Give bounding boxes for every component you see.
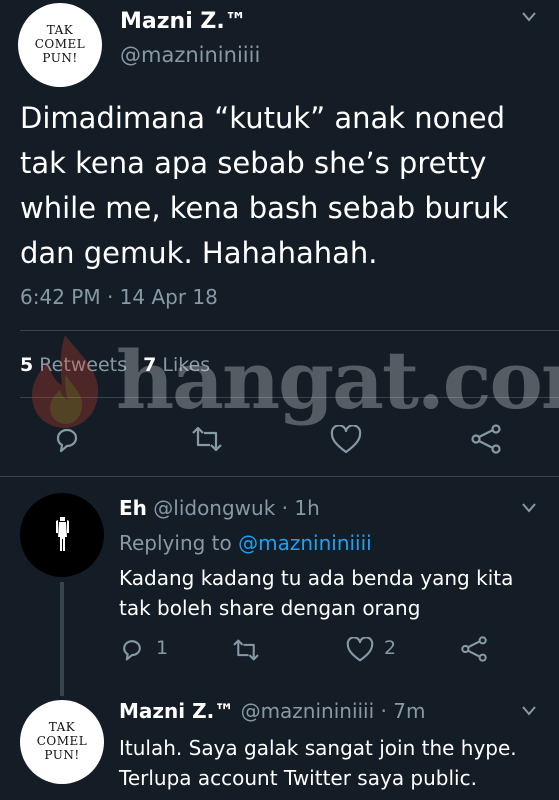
tweet-timestamp[interactable]: 6:42 PM · 14 Apr 18 <box>20 285 218 309</box>
reply-header: Mazni Z.™ @maznininiiii · 7m <box>119 699 425 723</box>
share-icon[interactable] <box>460 636 488 662</box>
tweet-text-line: dan gemuk. Hahahahah. <box>20 236 378 270</box>
like-count: 2 <box>384 637 397 659</box>
share-icon[interactable] <box>470 424 502 454</box>
reply-text-line: tak boleh share dengan orang <box>119 596 421 620</box>
reply-header: Eh @lidongwuk · 1h <box>119 496 320 520</box>
avatar-text-line: PUN! <box>44 747 80 762</box>
avatar-text-line: TAK <box>46 23 74 38</box>
divider <box>20 330 559 331</box>
tweet-text-line: while me, kena bash sebab buruk <box>20 191 509 225</box>
replying-to: Replying to @maznininiiii <box>119 531 372 555</box>
tweet-text: Dimadimana “kutuk” anak noned tak kena a… <box>20 96 550 276</box>
like-icon[interactable] <box>346 637 374 663</box>
likes-stat[interactable]: 7 Likes <box>143 354 210 376</box>
section-divider <box>0 476 559 477</box>
silhouette-icon <box>56 517 69 551</box>
avatar-text-line: TAK <box>48 720 76 735</box>
chevron-down-icon[interactable] <box>522 503 536 513</box>
thread-line <box>60 582 64 696</box>
author-name[interactable]: Mazni Z.™ <box>119 699 234 723</box>
watermark: hangat.com <box>20 330 559 430</box>
avatar[interactable]: TAK COMEL PUN! <box>18 3 102 87</box>
author-handle-time[interactable]: @lidongwuk · 1h <box>153 496 320 520</box>
reply-text: Itulah. Saya galak sangat join the hype.… <box>119 733 517 793</box>
author-name[interactable]: Mazni Z.™ <box>120 9 247 34</box>
retweet-icon[interactable] <box>190 425 224 453</box>
reply-icon[interactable] <box>52 424 82 454</box>
chevron-down-icon[interactable] <box>522 12 536 22</box>
avatar-text-line: COMEL <box>36 734 88 749</box>
retweet-icon[interactable] <box>231 638 261 662</box>
watermark-text: hangat.com <box>116 333 559 427</box>
flame-icon <box>32 335 99 428</box>
likes-count: 7 <box>143 354 157 376</box>
avatar[interactable] <box>20 493 104 577</box>
author-handle-time[interactable]: @maznininiiii · 7m <box>241 699 426 723</box>
replying-handle-link[interactable]: @maznininiiii <box>238 531 372 555</box>
tweet-text-line: Dimadimana “kutuk” anak noned <box>20 101 506 135</box>
likes-label: Likes <box>162 354 211 376</box>
reply-icon[interactable] <box>119 636 145 662</box>
avatar-text-line: COMEL <box>34 37 86 52</box>
like-icon[interactable] <box>330 425 362 455</box>
reply-text-line: Terlupa account Twitter saya public. <box>119 766 477 790</box>
chevron-down-icon[interactable] <box>522 706 536 716</box>
reply-text-line: Kadang kadang tu ada benda yang kita <box>119 566 514 590</box>
retweets-stat[interactable]: 5 Retweets <box>20 354 133 376</box>
divider <box>20 397 559 398</box>
retweets-count: 5 <box>20 354 34 376</box>
reply-text-line: Itulah. Saya galak sangat join the hype. <box>119 736 517 760</box>
avatar[interactable]: TAK COMEL PUN! <box>20 700 104 784</box>
avatar-text-line: PUN! <box>42 50 78 65</box>
author-name[interactable]: Eh <box>119 496 147 520</box>
author-handle[interactable]: @maznininiiii <box>120 43 260 67</box>
reply-count: 1 <box>156 637 169 659</box>
tweet-text-line: tak kena apa sebab she’s pretty <box>20 146 487 180</box>
retweets-label: Retweets <box>39 354 128 376</box>
reply-text: Kadang kadang tu ada benda yang kita tak… <box>119 563 513 623</box>
engagement-stats: 5 Retweets 7 Likes <box>20 354 210 376</box>
replying-label: Replying to <box>119 531 232 555</box>
